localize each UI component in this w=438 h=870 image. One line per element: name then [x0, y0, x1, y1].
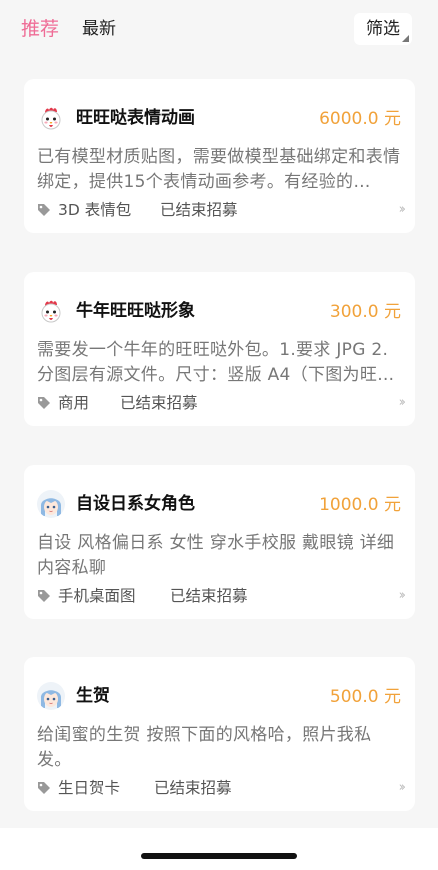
card-meta: 生日贺卡 已结束招募 ›› [37, 777, 407, 799]
chevron-right-icon: ›› [398, 588, 407, 603]
home-indicator[interactable] [141, 853, 297, 859]
card-price: 1000.0 元 [319, 495, 401, 515]
card-price: 300.0 元 [329, 302, 401, 322]
card-title: 自设日系女角色 [76, 494, 195, 514]
card-price: 500.0 元 [329, 687, 401, 707]
card-tag: 3D 表情包 [58, 201, 132, 219]
card-status: 已结束招募 [160, 201, 238, 219]
card-price: 6000.0 元 [319, 109, 401, 129]
card-title: 牛年旺旺哒形象 [76, 301, 195, 321]
card-status: 已结束招募 [170, 587, 248, 605]
chevron-right-icon: ›› [398, 202, 407, 217]
task-card[interactable]: 旺旺哒表情动画 6000.0 元 已有模型材质贴图，需要做模型基础绑定和表情绑定… [24, 79, 415, 233]
card-description: 需要发一个牛年的旺旺哒外包。1.要求 JPG 2.分图层有源文件。尺寸：竖版 A… [37, 340, 395, 385]
card-tag: 手机桌面图 [58, 587, 136, 605]
filter-button[interactable]: 筛选 [354, 13, 412, 45]
tag-icon [38, 204, 50, 216]
tag-icon [38, 590, 50, 602]
card-description: 自设 风格偏日系 女性 穿水手校服 戴眼镜 详细内容私聊 [37, 533, 395, 578]
card-title: 生贺 [76, 686, 110, 706]
card-meta: 商用 已结束招募 ›› [37, 392, 407, 414]
card-description: 已有模型材质贴图，需要做模型基础绑定和表情绑定，提供15个表情动画参考。有经验的… [37, 147, 401, 192]
card-tag: 商用 [58, 394, 90, 412]
card-status: 已结束招募 [120, 394, 198, 412]
tab-recommended[interactable]: 推荐 [21, 17, 59, 41]
anime-girl-avatar-icon [37, 490, 65, 518]
tag-icon [38, 397, 50, 409]
task-card[interactable]: 生贺 500.0 元 给闺蜜的生贺 按照下面的风格哈，照片我私发。 生日贺卡 已… [24, 657, 415, 811]
chevron-right-icon: ›› [398, 780, 407, 795]
card-title: 旺旺哒表情动画 [76, 108, 195, 128]
card-description: 给闺蜜的生贺 按照下面的风格哈，照片我私发。 [37, 725, 372, 770]
filter-button-label: 筛选 [366, 19, 400, 39]
card-meta: 手机桌面图 已结束招募 ›› [37, 585, 407, 607]
card-tag: 生日贺卡 [58, 779, 121, 797]
tag-icon [38, 782, 50, 794]
task-card[interactable]: 自设日系女角色 1000.0 元 自设 风格偏日系 女性 穿水手校服 戴眼镜 详… [24, 465, 415, 619]
filter-corner-icon [402, 35, 409, 42]
anime-girl-avatar-icon [37, 682, 65, 710]
card-status: 已结束招募 [154, 779, 232, 797]
task-card[interactable]: 牛年旺旺哒形象 300.0 元 需要发一个牛年的旺旺哒外包。1.要求 JPG 2… [24, 272, 415, 426]
rooster-avatar-icon [37, 104, 65, 132]
chevron-right-icon: ›› [398, 395, 407, 410]
top-bar: 推荐 最新 筛选 [0, 0, 438, 60]
card-meta: 3D 表情包 已结束招募 ›› [37, 199, 407, 221]
tab-latest[interactable]: 最新 [82, 17, 116, 41]
rooster-avatar-icon [37, 297, 65, 325]
bottom-area [0, 828, 438, 870]
